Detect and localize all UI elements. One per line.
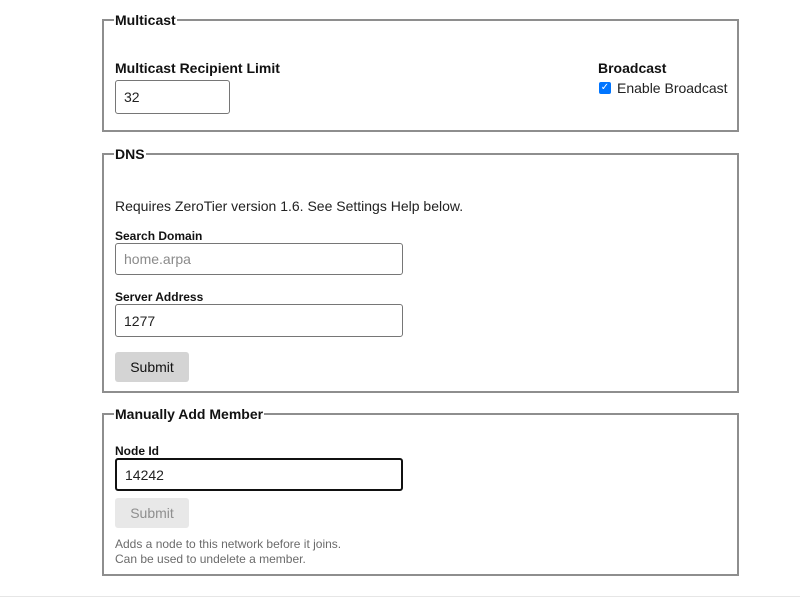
multicast-legend: Multicast: [115, 12, 176, 28]
network-settings-page: Multicast Multicast Recipient Limit Broa…: [0, 0, 800, 600]
checkmark-icon: ✓: [600, 82, 610, 93]
broadcast-label: Broadcast: [598, 60, 667, 76]
add-member-help-line-2: Can be used to undelete a member.: [115, 552, 306, 566]
server-address-label: Server Address: [115, 290, 204, 304]
enable-broadcast-label[interactable]: Enable Broadcast: [617, 80, 728, 96]
manually-add-member-legend: Manually Add Member: [115, 406, 264, 422]
server-address-input[interactable]: [115, 304, 403, 337]
multicast-recipient-limit-label: Multicast Recipient Limit: [115, 60, 280, 76]
dns-legend: DNS: [115, 146, 145, 162]
page-bottom-divider: [0, 596, 800, 597]
enable-broadcast-checkbox[interactable]: ✓: [599, 82, 611, 94]
dns-submit-button[interactable]: Submit: [115, 352, 189, 382]
node-id-input[interactable]: [115, 458, 403, 491]
add-member-help-line-1: Adds a node to this network before it jo…: [115, 537, 342, 551]
multicast-recipient-limit-input[interactable]: [115, 80, 230, 114]
add-member-submit-button[interactable]: Submit: [115, 498, 189, 528]
dns-version-note: Requires ZeroTier version 1.6. See Setti…: [115, 198, 464, 214]
search-domain-input[interactable]: [115, 243, 403, 275]
node-id-label: Node Id: [115, 444, 159, 458]
search-domain-label: Search Domain: [115, 229, 203, 243]
